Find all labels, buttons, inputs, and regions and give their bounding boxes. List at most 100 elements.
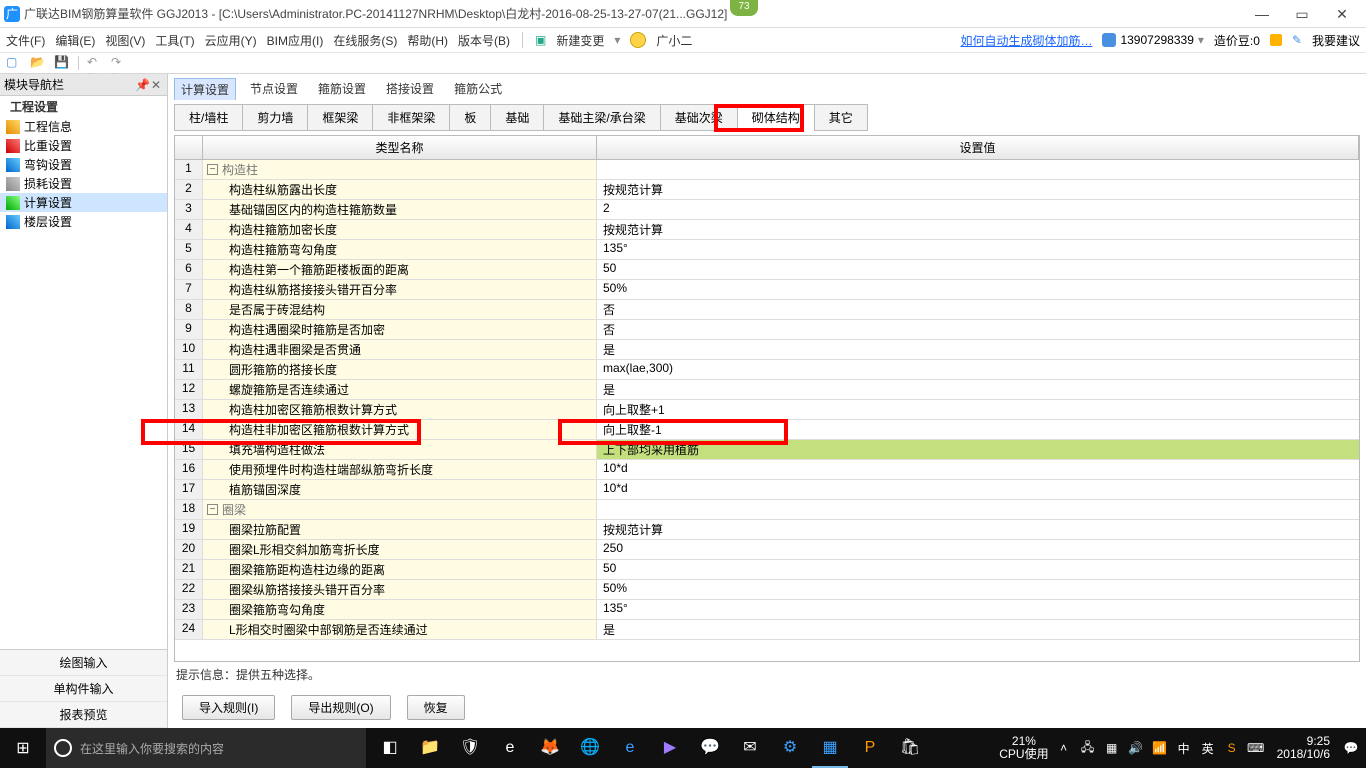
table-row[interactable]: 19圈梁拉筋配置按规范计算 [175, 520, 1359, 540]
chat-icon[interactable]: 💬 [692, 728, 728, 768]
tab2-nonframebeam[interactable]: 非框架梁 [372, 104, 450, 131]
sidebar-section[interactable]: 工程设置 [0, 96, 167, 117]
table-row[interactable]: 2构造柱纵筋露出长度按规范计算 [175, 180, 1359, 200]
save-icon[interactable]: 💾 [54, 55, 70, 71]
edge-icon[interactable]: e [492, 728, 528, 768]
tab-calc-settings[interactable]: 计算设置 [174, 78, 236, 100]
taskview-icon[interactable]: ◧ [372, 728, 408, 768]
tab2-foundation[interactable]: 基础 [490, 104, 544, 131]
tray-net-icon[interactable]: 🖧 [1079, 738, 1097, 759]
menu-cloud[interactable]: 云应用(Y) [205, 32, 257, 49]
user-area[interactable]: 13907298339 ▾ [1102, 33, 1203, 47]
row-value[interactable]: 135° [597, 600, 1359, 619]
table-row[interactable]: 16使用预埋件时构造柱端部纵筋弯折长度10*d [175, 460, 1359, 480]
qq-icon[interactable] [630, 32, 646, 48]
minimize-button[interactable]: — [1242, 0, 1282, 28]
table-row[interactable]: 15填充墙构造柱做法上下部均采用植筋 [175, 440, 1359, 460]
table-row[interactable]: 17植筋锚固深度10*d [175, 480, 1359, 500]
tab2-foundsecbeam[interactable]: 基础次梁 [660, 104, 738, 131]
sidebar-item-loss[interactable]: 损耗设置 [0, 174, 167, 193]
settings-icon[interactable]: ⚙ [772, 728, 808, 768]
tab-stirrup-settings[interactable]: 箍筋设置 [312, 78, 372, 100]
row-value[interactable] [597, 160, 1359, 179]
sidebar-item-hook[interactable]: 弯钩设置 [0, 155, 167, 174]
menu-online[interactable]: 在线服务(S) [333, 32, 397, 49]
row-value[interactable]: 向上取整-1 [597, 420, 1359, 439]
row-value[interactable]: 是 [597, 620, 1359, 639]
tab2-masonry[interactable]: 砌体结构 [737, 104, 815, 131]
tray-app-icon[interactable]: ▦ [1103, 741, 1121, 755]
row-value[interactable]: 10*d [597, 460, 1359, 479]
sidebar-single-input[interactable]: 单构件输入 [0, 676, 167, 702]
taskbar-search[interactable]: 在这里输入你要搜索的内容 [46, 728, 366, 768]
row-value[interactable]: max(lae,300) [597, 360, 1359, 379]
menu-bim[interactable]: BIM应用(I) [267, 32, 324, 49]
table-row[interactable]: 9构造柱遇圈梁时箍筋是否加密否 [175, 320, 1359, 340]
row-value[interactable]: 按规范计算 [597, 520, 1359, 539]
maximize-button[interactable]: ▭ [1282, 0, 1322, 28]
table-row[interactable]: 21圈梁箍筋距构造柱边缘的距离50 [175, 560, 1359, 580]
table-row[interactable]: 23圈梁箍筋弯勾角度135° [175, 600, 1359, 620]
table-row[interactable]: 4构造柱箍筋加密长度按规范计算 [175, 220, 1359, 240]
row-value[interactable]: 否 [597, 300, 1359, 319]
collapse-icon[interactable]: − [207, 164, 218, 175]
row-value[interactable]: 50 [597, 260, 1359, 279]
sogou-icon[interactable]: S [1223, 741, 1241, 755]
explorer-icon[interactable]: 📁 [412, 728, 448, 768]
table-row[interactable]: 5构造柱箍筋弯勾角度135° [175, 240, 1359, 260]
sidebar-draw-input[interactable]: 绘图输入 [0, 650, 167, 676]
redo-icon[interactable]: ↷ ▾ [111, 55, 127, 71]
row-value[interactable]: 是 [597, 380, 1359, 399]
uc-icon[interactable]: ▶ [652, 728, 688, 768]
import-rules-button[interactable]: 导入规则(I) [182, 695, 275, 720]
firefox-icon[interactable]: 🦊 [532, 728, 568, 768]
table-row[interactable]: 18−圈梁 [175, 500, 1359, 520]
store-icon[interactable]: 🛍 [892, 728, 928, 768]
new-change-icon[interactable]: ▣ [535, 33, 546, 47]
table-row[interactable]: 7构造柱纵筋搭接接头错开百分率50% [175, 280, 1359, 300]
new-icon[interactable]: ▢ [6, 55, 22, 71]
menu-edit[interactable]: 编辑(E) [55, 32, 95, 49]
row-value[interactable]: 按规范计算 [597, 180, 1359, 199]
row-value[interactable]: 否 [597, 320, 1359, 339]
sidebar-item-project-info[interactable]: 工程信息 [0, 117, 167, 136]
tab2-column[interactable]: 柱/墙柱 [174, 104, 243, 131]
row-value[interactable]: 是 [597, 340, 1359, 359]
menu-view[interactable]: 视图(V) [105, 32, 145, 49]
tab2-shearwall[interactable]: 剪力墙 [242, 104, 308, 131]
row-value[interactable]: 2 [597, 200, 1359, 219]
sidebar-item-calc[interactable]: 计算设置 [0, 193, 167, 212]
tab2-slab[interactable]: 板 [449, 104, 491, 131]
ie-icon[interactable]: e [612, 728, 648, 768]
table-row[interactable]: 11圆形箍筋的搭接长度max(lae,300) [175, 360, 1359, 380]
table-row[interactable]: 10构造柱遇非圈梁是否贯通是 [175, 340, 1359, 360]
tray-vol-icon[interactable]: 🔊 [1127, 741, 1145, 755]
tab-node-settings[interactable]: 节点设置 [244, 78, 304, 100]
export-rules-button[interactable]: 导出规则(O) [291, 695, 390, 720]
table-row[interactable]: 20圈梁L形相交斜加筋弯折长度250 [175, 540, 1359, 560]
table-row[interactable]: 24L形相交时圈梁中部钢筋是否连续通过是 [175, 620, 1359, 640]
ime-en[interactable]: 英 [1199, 740, 1217, 757]
menu-help[interactable]: 帮助(H) [407, 32, 448, 49]
mail-icon[interactable]: ✉ [732, 728, 768, 768]
sidebar-close-icon[interactable]: ✕ [149, 78, 163, 92]
row-value[interactable]: 上下部均采用植筋 [597, 440, 1359, 459]
browser-icon[interactable]: 🌐 [572, 728, 608, 768]
clock[interactable]: 9:25 2018/10/6 [1271, 735, 1336, 761]
menu-tools[interactable]: 工具(T) [155, 32, 194, 49]
keyboard-icon[interactable]: ⌨ [1247, 741, 1265, 755]
menu-file[interactable]: 文件(F) [6, 32, 45, 49]
row-value[interactable] [597, 500, 1359, 519]
table-row[interactable]: 12螺旋箍筋是否连续通过是 [175, 380, 1359, 400]
pin-icon[interactable]: 📌 [135, 78, 149, 92]
sidebar-item-floor[interactable]: 楼层设置 [0, 212, 167, 231]
tab2-other[interactable]: 其它 [814, 104, 868, 131]
collapse-icon[interactable]: − [207, 504, 218, 515]
tray-wifi-icon[interactable]: 📶 [1151, 741, 1169, 755]
table-row[interactable]: 1−构造柱 [175, 160, 1359, 180]
tray-up-icon[interactable]: ˄ [1055, 741, 1073, 755]
sidebar-report[interactable]: 报表预览 [0, 702, 167, 728]
row-value[interactable]: 10*d [597, 480, 1359, 499]
tab-stirrup-formula[interactable]: 箍筋公式 [448, 78, 508, 100]
new-change-button[interactable]: 新建变更 [556, 32, 604, 49]
